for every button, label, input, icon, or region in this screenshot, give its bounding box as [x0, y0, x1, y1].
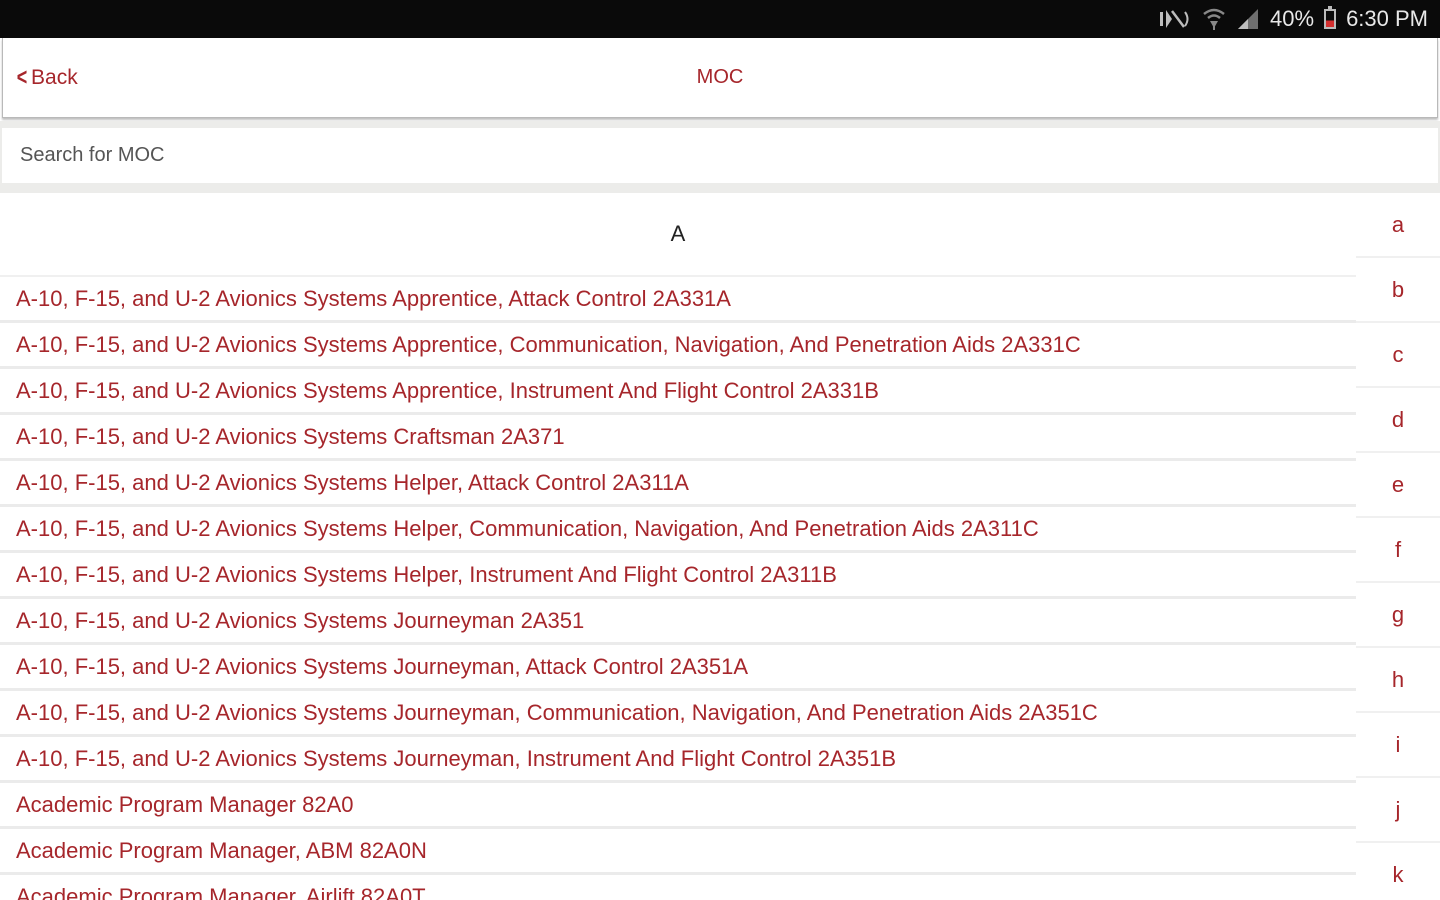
list-item[interactable]: A-10, F-15, and U-2 Avionics Systems Hel… [0, 507, 1356, 553]
mute-icon [1158, 8, 1192, 30]
list-item[interactable]: Academic Program Manager, Airlift 82A0T [0, 875, 1356, 900]
list-item[interactable]: A-10, F-15, and U-2 Avionics Systems Cra… [0, 415, 1356, 461]
alphabet-index: a b c d e f g h i j k [1356, 193, 1440, 900]
index-letter-b[interactable]: b [1356, 258, 1440, 323]
list-item[interactable]: A-10, F-15, and U-2 Avionics Systems Jou… [0, 599, 1356, 645]
index-letter-c[interactable]: c [1356, 323, 1440, 388]
wifi-icon [1202, 8, 1226, 30]
status-bar: 40% 6:30 PM [0, 0, 1440, 38]
index-letter-k[interactable]: k [1356, 843, 1440, 900]
battery-icon [1324, 6, 1337, 29]
list-item[interactable]: A-10, F-15, and U-2 Avionics Systems App… [0, 277, 1356, 323]
list-item[interactable]: A-10, F-15, and U-2 Avionics Systems App… [0, 369, 1356, 415]
battery-percent: 40% [1270, 6, 1315, 31]
list-item[interactable]: A-10, F-15, and U-2 Avionics Systems Hel… [0, 461, 1356, 507]
list-item[interactable]: A-10, F-15, and U-2 Avionics Systems Jou… [0, 645, 1356, 691]
list-item[interactable]: A-10, F-15, and U-2 Avionics Systems Hel… [0, 553, 1356, 599]
index-letter-g[interactable]: g [1356, 583, 1440, 648]
index-letter-d[interactable]: d [1356, 388, 1440, 453]
signal-icon [1236, 8, 1260, 30]
clock: 6:30 PM [1346, 6, 1428, 31]
index-letter-a[interactable]: a [1356, 193, 1440, 258]
search-input[interactable] [2, 128, 1438, 183]
index-letter-h[interactable]: h [1356, 648, 1440, 713]
section-header: A [0, 193, 1356, 277]
nav-bar: < Back MOC [2, 38, 1438, 118]
index-letter-i[interactable]: i [1356, 713, 1440, 778]
index-letter-f[interactable]: f [1356, 518, 1440, 583]
list-item[interactable]: Academic Program Manager 82A0 [0, 783, 1356, 829]
index-letter-j[interactable]: j [1356, 778, 1440, 843]
page-title: MOC [696, 66, 744, 88]
list-item[interactable]: A-10, F-15, and U-2 Avionics Systems Jou… [0, 737, 1356, 783]
moc-list: A A-10, F-15, and U-2 Avionics Systems A… [0, 193, 1356, 900]
search-bar [0, 121, 1440, 193]
index-letter-e[interactable]: e [1356, 453, 1440, 518]
list-item[interactable]: A-10, F-15, and U-2 Avionics Systems App… [0, 323, 1356, 369]
list-item[interactable]: Academic Program Manager, ABM 82A0N [0, 829, 1356, 875]
list-item[interactable]: A-10, F-15, and U-2 Avionics Systems Jou… [0, 691, 1356, 737]
